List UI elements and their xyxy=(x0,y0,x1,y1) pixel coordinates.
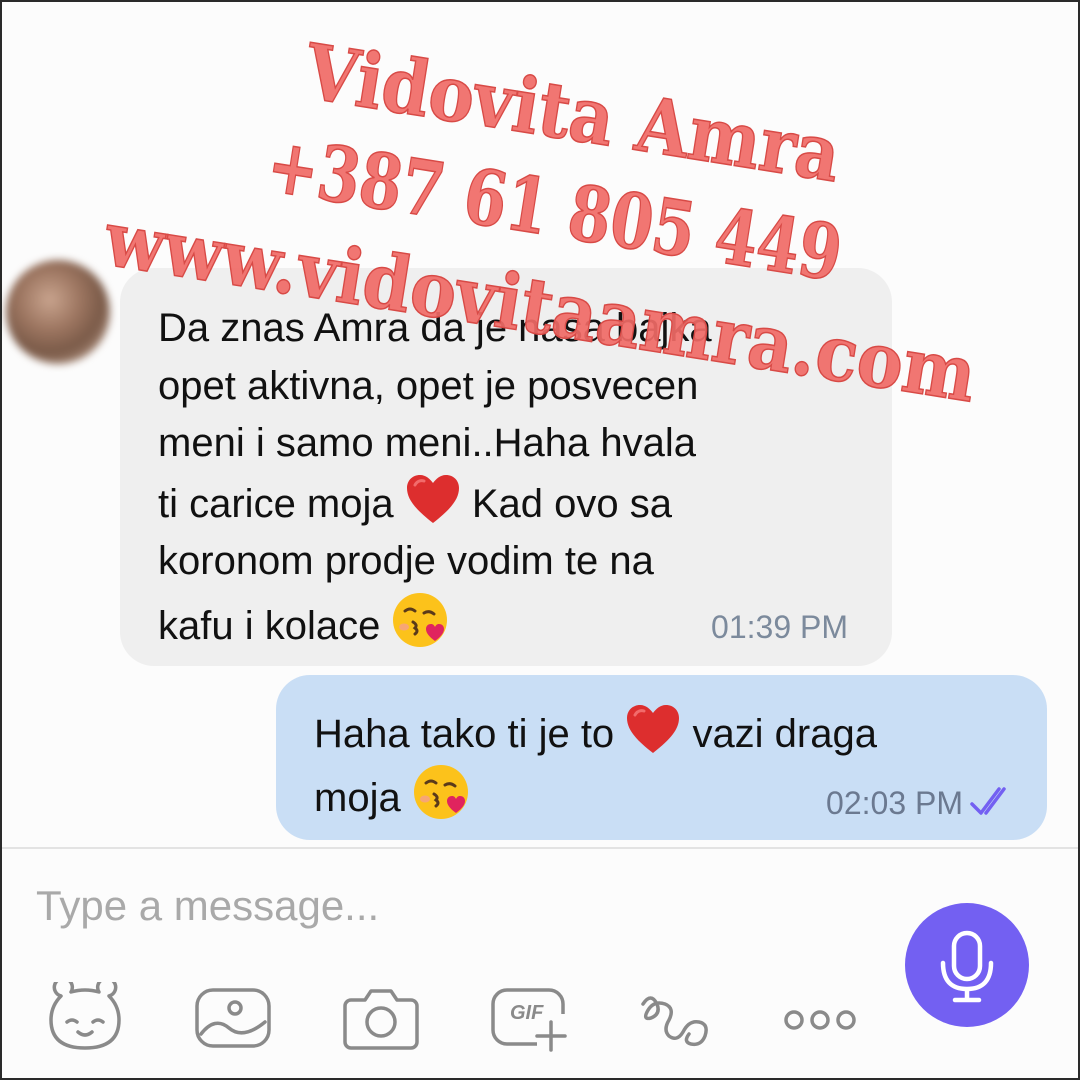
voice-message-button[interactable] xyxy=(905,903,1029,1027)
message-line: meni i samo meni..Haha hvala xyxy=(158,421,697,465)
read-double-check-icon xyxy=(970,787,1006,815)
message-text-part: moja xyxy=(314,776,401,820)
message-line: kafu i kolace xyxy=(158,603,381,648)
message-input[interactable] xyxy=(36,874,856,938)
message-line: opet aktivna, opet je posvecen xyxy=(158,363,699,408)
incoming-message-text: Da znas Amra da je nasa bajka opet aktivn… xyxy=(158,300,858,655)
gif-label: GIF xyxy=(510,1002,544,1024)
sticker-bear-icon[interactable] xyxy=(45,982,125,1054)
face-blowing-kiss-emoji-icon xyxy=(413,765,468,819)
contact-avatar[interactable] xyxy=(6,260,110,364)
microphone-icon xyxy=(940,930,994,1003)
message-line: ti carice moja xyxy=(158,481,394,526)
more-dots-icon[interactable] xyxy=(780,982,860,1054)
message-line: Kad ovo sa xyxy=(471,481,673,526)
gif-button[interactable]: GIF xyxy=(489,982,569,1054)
doodle-icon[interactable] xyxy=(637,982,717,1054)
message-line: Da znas Amra da je nasa bajka xyxy=(158,306,712,350)
face-blowing-kiss-emoji-icon xyxy=(393,592,448,647)
message-timestamp: 01:39 PM xyxy=(711,609,848,645)
message-timestamp: 02:03 PM xyxy=(826,785,963,821)
incoming-message-bubble[interactable]: Da znas Amra da je nasa bajka opet aktivn… xyxy=(120,268,892,666)
chat-screen: Da znas Amra da je nasa bajka opet aktivn… xyxy=(0,0,1080,1080)
red-heart-emoji-icon xyxy=(627,705,680,753)
gallery-image-icon[interactable] xyxy=(193,982,273,1054)
outgoing-message-bubble[interactable]: Haha tako ti je to vazi draga moja 02:03 … xyxy=(276,675,1047,840)
watermark-line: Vidovita Amra xyxy=(298,27,846,200)
camera-icon[interactable] xyxy=(341,982,421,1054)
composer-divider xyxy=(2,847,1078,849)
message-text-part: vazi draga xyxy=(692,712,877,756)
red-heart-emoji-icon xyxy=(406,474,459,523)
message-line: koronom prodje vodim te na xyxy=(158,539,654,583)
message-text-part: Haha tako ti je to xyxy=(314,712,615,756)
